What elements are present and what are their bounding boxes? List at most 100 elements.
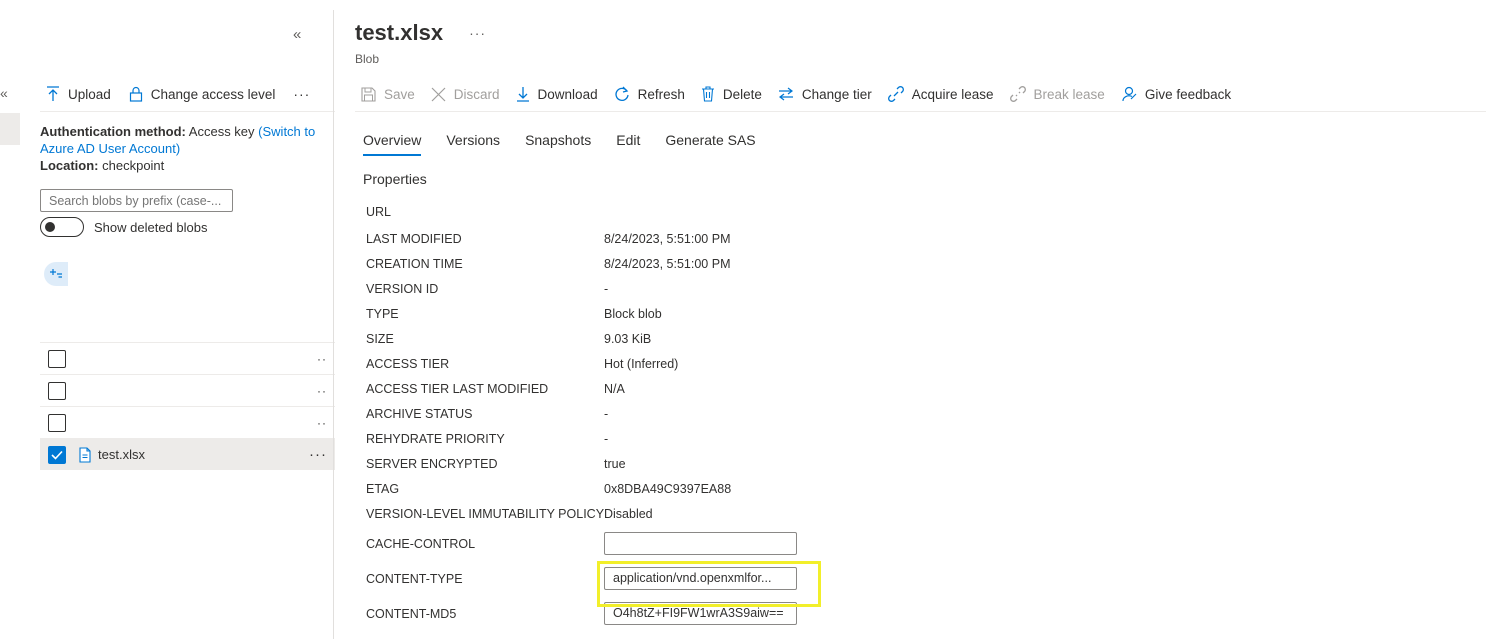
location-value: checkpoint — [102, 158, 165, 173]
auth-method-label: Authentication method: — [40, 124, 186, 139]
blob-row-selected[interactable]: test.xlsx ··· — [40, 438, 335, 470]
property-row: SIZE 9.03 KiB — [366, 326, 1166, 351]
content-md5-row: CONTENT-MD5 O4h8tZ+FI9FW1wrA3S9aiw== — [366, 596, 1166, 631]
property-row: ACCESS TIER Hot (Inferred) — [366, 351, 1166, 376]
blob-list-toolbar: Upload Change access level ··· — [46, 84, 310, 104]
file-icon — [79, 446, 91, 463]
detail-tabs: Overview Versions Snapshots Edit Generat… — [363, 132, 781, 156]
row-checkbox[interactable] — [48, 349, 66, 368]
tab-versions[interactable]: Versions — [446, 132, 500, 156]
blob-list-pane: « Upload Change access level ··· Authent… — [20, 0, 335, 639]
property-row: VERSION ID - — [366, 276, 1166, 301]
acquire-lease-button[interactable]: Acquire lease — [887, 86, 994, 102]
content-md5-label: CONTENT-MD5 — [366, 606, 457, 621]
tab-overview[interactable]: Overview — [363, 132, 422, 156]
trash-icon — [701, 86, 714, 102]
refresh-label: Refresh — [637, 86, 685, 102]
property-row: ACCESS TIER LAST MODIFIED N/A — [366, 376, 1166, 401]
property-value: Block blob — [604, 306, 662, 321]
property-value: 8/24/2023, 5:51:00 PM — [604, 256, 731, 271]
close-icon — [431, 87, 446, 101]
property-row: VERSION-LEVEL IMMUTABILITY POLICY Disabl… — [366, 501, 1166, 526]
checkmark-icon — [51, 450, 63, 460]
change-tier-label: Change tier — [801, 86, 872, 102]
add-filter-icon — [50, 269, 62, 278]
outer-collapse-icon[interactable]: « — [0, 85, 8, 101]
break-lease-button[interactable]: Break lease — [1009, 86, 1105, 102]
show-deleted-row: Show deleted blobs — [40, 217, 207, 237]
title-more-button[interactable]: ··· — [469, 25, 486, 41]
cache-control-row: CACHE-CONTROL — [366, 526, 1166, 561]
upload-label: Upload — [68, 86, 111, 102]
property-key: URL — [366, 205, 392, 219]
property-key: SIZE — [366, 331, 394, 346]
page-title: test.xlsx — [355, 20, 444, 45]
download-button[interactable]: Download — [516, 86, 598, 102]
delete-label: Delete — [722, 86, 762, 102]
title-row: test.xlsx ··· — [355, 20, 486, 46]
content-type-row: CONTENT-TYPE application/vnd.openxmlfor.… — [366, 561, 1166, 596]
tab-snapshots[interactable]: Snapshots — [525, 132, 591, 156]
swap-icon — [778, 87, 793, 101]
cache-control-input[interactable] — [604, 532, 797, 555]
change-access-level-button[interactable]: Change access level — [129, 86, 275, 102]
row-checkbox[interactable] — [48, 381, 66, 400]
property-key: ACCESS TIER — [366, 356, 450, 371]
left-toolbar-more-button[interactable]: ··· — [293, 86, 310, 102]
properties-table: URL LAST MODIFIED 8/24/2023, 5:51:00 PM … — [366, 198, 1166, 631]
save-button[interactable]: Save — [361, 87, 415, 102]
properties-heading: Properties — [363, 171, 427, 187]
tab-edit[interactable]: Edit — [616, 132, 640, 156]
collapse-pane-icon[interactable]: « — [293, 26, 301, 43]
row-checkbox[interactable] — [48, 413, 66, 432]
link-icon — [887, 86, 904, 102]
blob-row[interactable]: ·· — [40, 342, 335, 374]
row-more-button[interactable]: ·· — [317, 384, 327, 398]
delete-button[interactable]: Delete — [701, 86, 762, 102]
content-type-label: CONTENT-TYPE — [366, 571, 463, 586]
property-row: LAST MODIFIED 8/24/2023, 5:51:00 PM — [366, 226, 1166, 251]
property-key: SERVER ENCRYPTED — [366, 456, 498, 471]
location-label: Location: — [40, 158, 99, 173]
property-value: - — [604, 431, 609, 446]
toggle-knob — [45, 222, 55, 232]
give-feedback-button[interactable]: Give feedback — [1121, 86, 1231, 102]
toolbar-divider — [40, 111, 335, 112]
blob-row[interactable]: ·· — [40, 374, 335, 406]
row-checkbox-checked[interactable] — [48, 445, 66, 464]
outer-nav-selected-item[interactable] — [0, 113, 20, 145]
content-type-input[interactable]: application/vnd.openxmlfor... — [604, 567, 797, 590]
row-more-button[interactable]: ·· — [317, 352, 327, 366]
discard-label: Discard — [453, 86, 500, 102]
property-value: - — [604, 281, 609, 296]
change-tier-button[interactable]: Change tier — [778, 87, 872, 102]
property-key: ACCESS TIER LAST MODIFIED — [366, 381, 549, 396]
save-icon — [361, 86, 376, 102]
add-filter-button[interactable] — [44, 262, 68, 286]
row-more-button[interactable]: ··· — [309, 446, 327, 463]
break-lease-label: Break lease — [1033, 86, 1105, 102]
save-label: Save — [384, 86, 415, 102]
tab-generate-sas[interactable]: Generate SAS — [665, 132, 755, 156]
row-more-button[interactable]: ·· — [317, 416, 327, 430]
auth-method-value: Access key — [188, 124, 255, 139]
property-value: - — [604, 406, 609, 421]
refresh-button[interactable]: Refresh — [614, 86, 685, 102]
download-icon — [516, 87, 529, 102]
property-value: 9.03 KiB — [604, 331, 652, 346]
show-deleted-toggle[interactable] — [40, 217, 84, 237]
refresh-icon — [614, 86, 629, 101]
property-value: 8/24/2023, 5:51:00 PM — [604, 231, 731, 246]
property-key: TYPE — [366, 306, 399, 321]
property-value: Disabled — [604, 506, 653, 521]
property-row: REHYDRATE PRIORITY - — [366, 426, 1166, 451]
search-blobs-input[interactable] — [40, 189, 233, 212]
content-md5-input[interactable]: O4h8tZ+FI9FW1wrA3S9aiw== — [604, 602, 797, 625]
property-key: VERSION-LEVEL IMMUTABILITY POLICY — [366, 506, 605, 521]
property-row: SERVER ENCRYPTED true — [366, 451, 1166, 476]
upload-button[interactable]: Upload — [46, 86, 111, 102]
blob-row[interactable]: ·· — [40, 406, 335, 438]
discard-button[interactable]: Discard — [431, 87, 500, 102]
property-row: TYPE Block blob — [366, 301, 1166, 326]
command-bar: Save Discard Download Refresh Delete Cha… — [361, 84, 1247, 104]
